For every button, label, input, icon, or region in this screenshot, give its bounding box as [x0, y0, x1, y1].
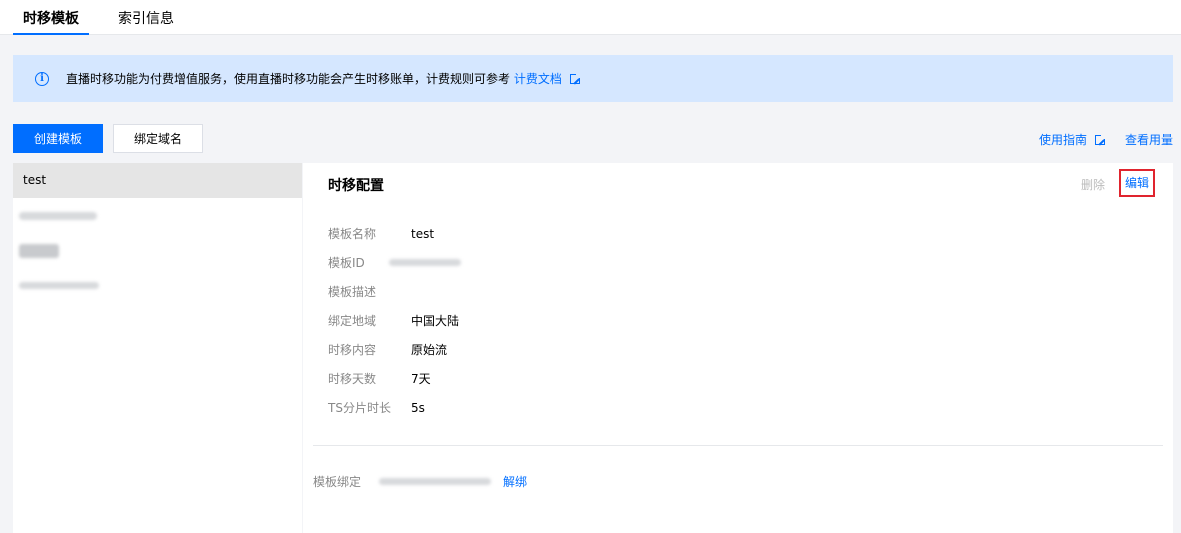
- detail-panel: 时移配置 删除 编辑 模板名称 test 模板ID 模板描述 绑定地域 中国大陆…: [303, 163, 1173, 533]
- external-link-icon: [569, 73, 581, 84]
- field-row: 模板描述: [328, 277, 461, 306]
- tab-index-info[interactable]: 索引信息: [118, 0, 174, 35]
- billing-doc-link[interactable]: 计费文档: [514, 72, 581, 86]
- edit-link[interactable]: 编辑: [1119, 169, 1155, 197]
- field-label: 时移内容: [328, 343, 377, 357]
- list-item[interactable]: [13, 268, 302, 303]
- field-label: 时移天数: [328, 372, 377, 386]
- bind-domain-button[interactable]: 绑定域名: [113, 124, 203, 153]
- field-row: 时移天数 7天: [328, 364, 461, 393]
- field-row: TS分片时长 5s: [328, 393, 461, 422]
- divider: [313, 445, 1163, 446]
- field-row: 模板ID: [328, 248, 461, 277]
- redacted-text: [389, 259, 461, 266]
- view-usage-link[interactable]: 查看用量: [1125, 131, 1173, 148]
- field-label: 模板名称: [328, 227, 377, 241]
- section-title: 时移配置: [328, 178, 384, 194]
- info-icon: i: [35, 71, 49, 86]
- field-value: 7天: [411, 372, 431, 386]
- notice-banner: i 直播时移功能为付费增值服务，使用直播时移功能会产生时移账单，计费规则可参考 …: [13, 55, 1173, 102]
- field-row: 绑定地域 中国大陆: [328, 306, 461, 335]
- redacted-text: [19, 211, 97, 220]
- external-link-icon: [1094, 134, 1106, 145]
- redacted-text: [19, 243, 59, 258]
- config-fields: 模板名称 test 模板ID 模板描述 绑定地域 中国大陆 时移内容 原始流 时…: [328, 219, 461, 422]
- tab-timeshift-template[interactable]: 时移模板: [13, 0, 89, 35]
- tab-bar: 时移模板 索引信息: [0, 0, 1181, 35]
- binding-label: 模板绑定: [313, 475, 362, 489]
- top-links: 使用指南 查看用量: [1039, 131, 1173, 148]
- notice-text: 直播时移功能为付费增值服务，使用直播时移功能会产生时移账单，计费规则可参考 计费…: [66, 70, 581, 87]
- unbind-link[interactable]: 解绑: [503, 473, 527, 490]
- field-value: 原始流: [411, 343, 448, 357]
- field-row: 模板名称 test: [328, 219, 461, 248]
- redacted-text: [19, 282, 99, 289]
- create-template-button[interactable]: 创建模板: [13, 124, 103, 153]
- list-item[interactable]: test: [13, 163, 302, 198]
- binding-row: 模板绑定 解绑: [313, 473, 527, 490]
- field-value: test: [411, 226, 435, 241]
- list-item[interactable]: [13, 233, 302, 268]
- redacted-text: [379, 478, 491, 485]
- field-value: 中国大陆: [411, 314, 460, 328]
- field-label: TS分片时长: [328, 401, 391, 415]
- delete-link[interactable]: 删除: [1081, 176, 1105, 193]
- field-label: 绑定地域: [328, 314, 377, 328]
- notice-message: 直播时移功能为付费增值服务，使用直播时移功能会产生时移账单，计费规则可参考: [66, 72, 511, 86]
- template-list: test: [13, 163, 302, 533]
- field-row: 时移内容 原始流: [328, 335, 461, 364]
- field-label: 模板描述: [328, 285, 377, 299]
- field-value: 5s: [411, 400, 425, 415]
- usage-guide-link[interactable]: 使用指南: [1039, 131, 1106, 148]
- list-item[interactable]: [13, 198, 302, 233]
